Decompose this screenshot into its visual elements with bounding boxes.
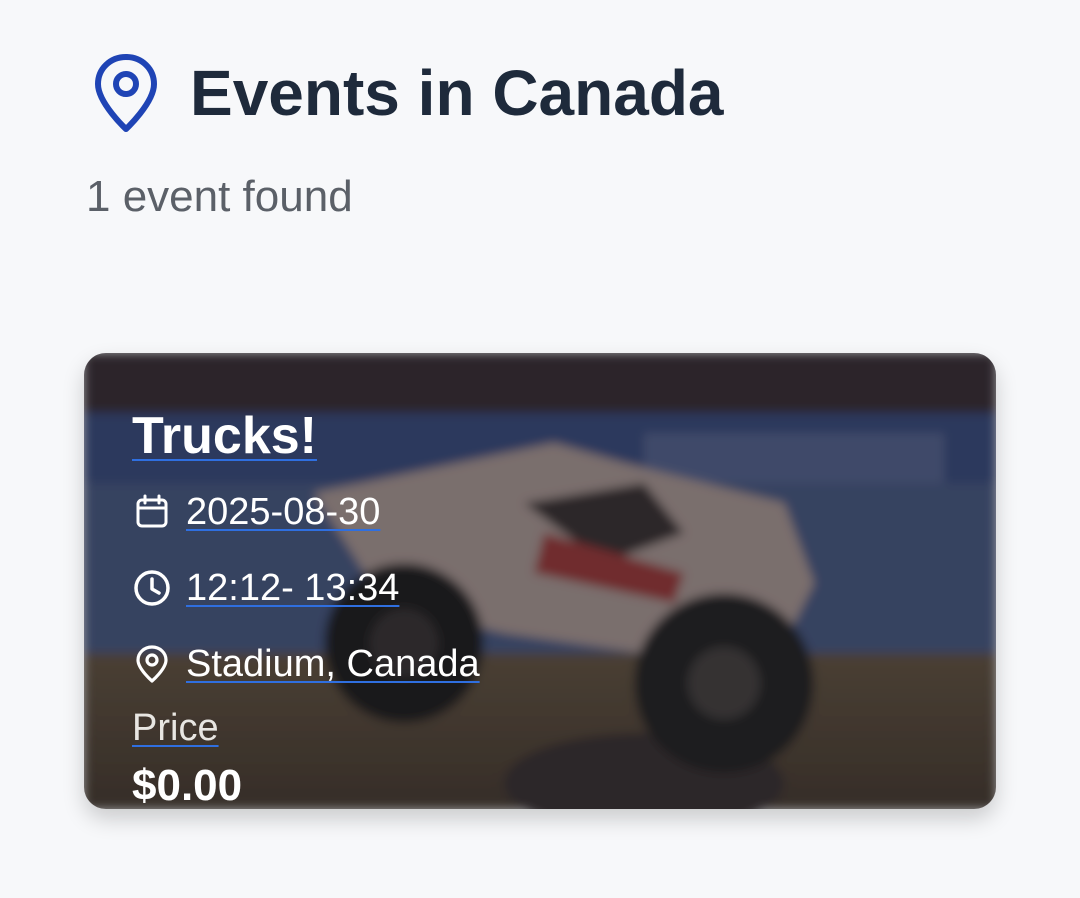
map-pin-icon bbox=[90, 50, 162, 136]
events-page: Events in Canada 1 event found Trucks! 2… bbox=[0, 0, 1080, 898]
map-pin-icon bbox=[132, 644, 172, 684]
event-location[interactable]: Stadium, Canada bbox=[186, 639, 480, 689]
price-label[interactable]: Price bbox=[132, 703, 219, 753]
event-date[interactable]: 2025-08-30 bbox=[186, 487, 380, 537]
event-time-row: 12:12- 13:34 bbox=[132, 563, 948, 613]
event-location-row: Stadium, Canada bbox=[132, 639, 948, 689]
event-details: Trucks! 2025-08-30 12:12- 13:34 Stadium,… bbox=[132, 405, 948, 809]
event-time[interactable]: 12:12- 13:34 bbox=[186, 563, 399, 613]
clock-icon bbox=[132, 568, 172, 608]
event-price: $0.00 bbox=[132, 761, 243, 809]
page-header: Events in Canada bbox=[90, 50, 724, 136]
event-date-row: 2025-08-30 bbox=[132, 487, 948, 537]
event-card[interactable]: Trucks! 2025-08-30 12:12- 13:34 Stadium,… bbox=[84, 353, 996, 809]
results-count: 1 event found bbox=[86, 172, 353, 221]
event-title[interactable]: Trucks! bbox=[132, 405, 317, 467]
calendar-icon bbox=[132, 492, 172, 532]
page-title: Events in Canada bbox=[190, 57, 724, 129]
